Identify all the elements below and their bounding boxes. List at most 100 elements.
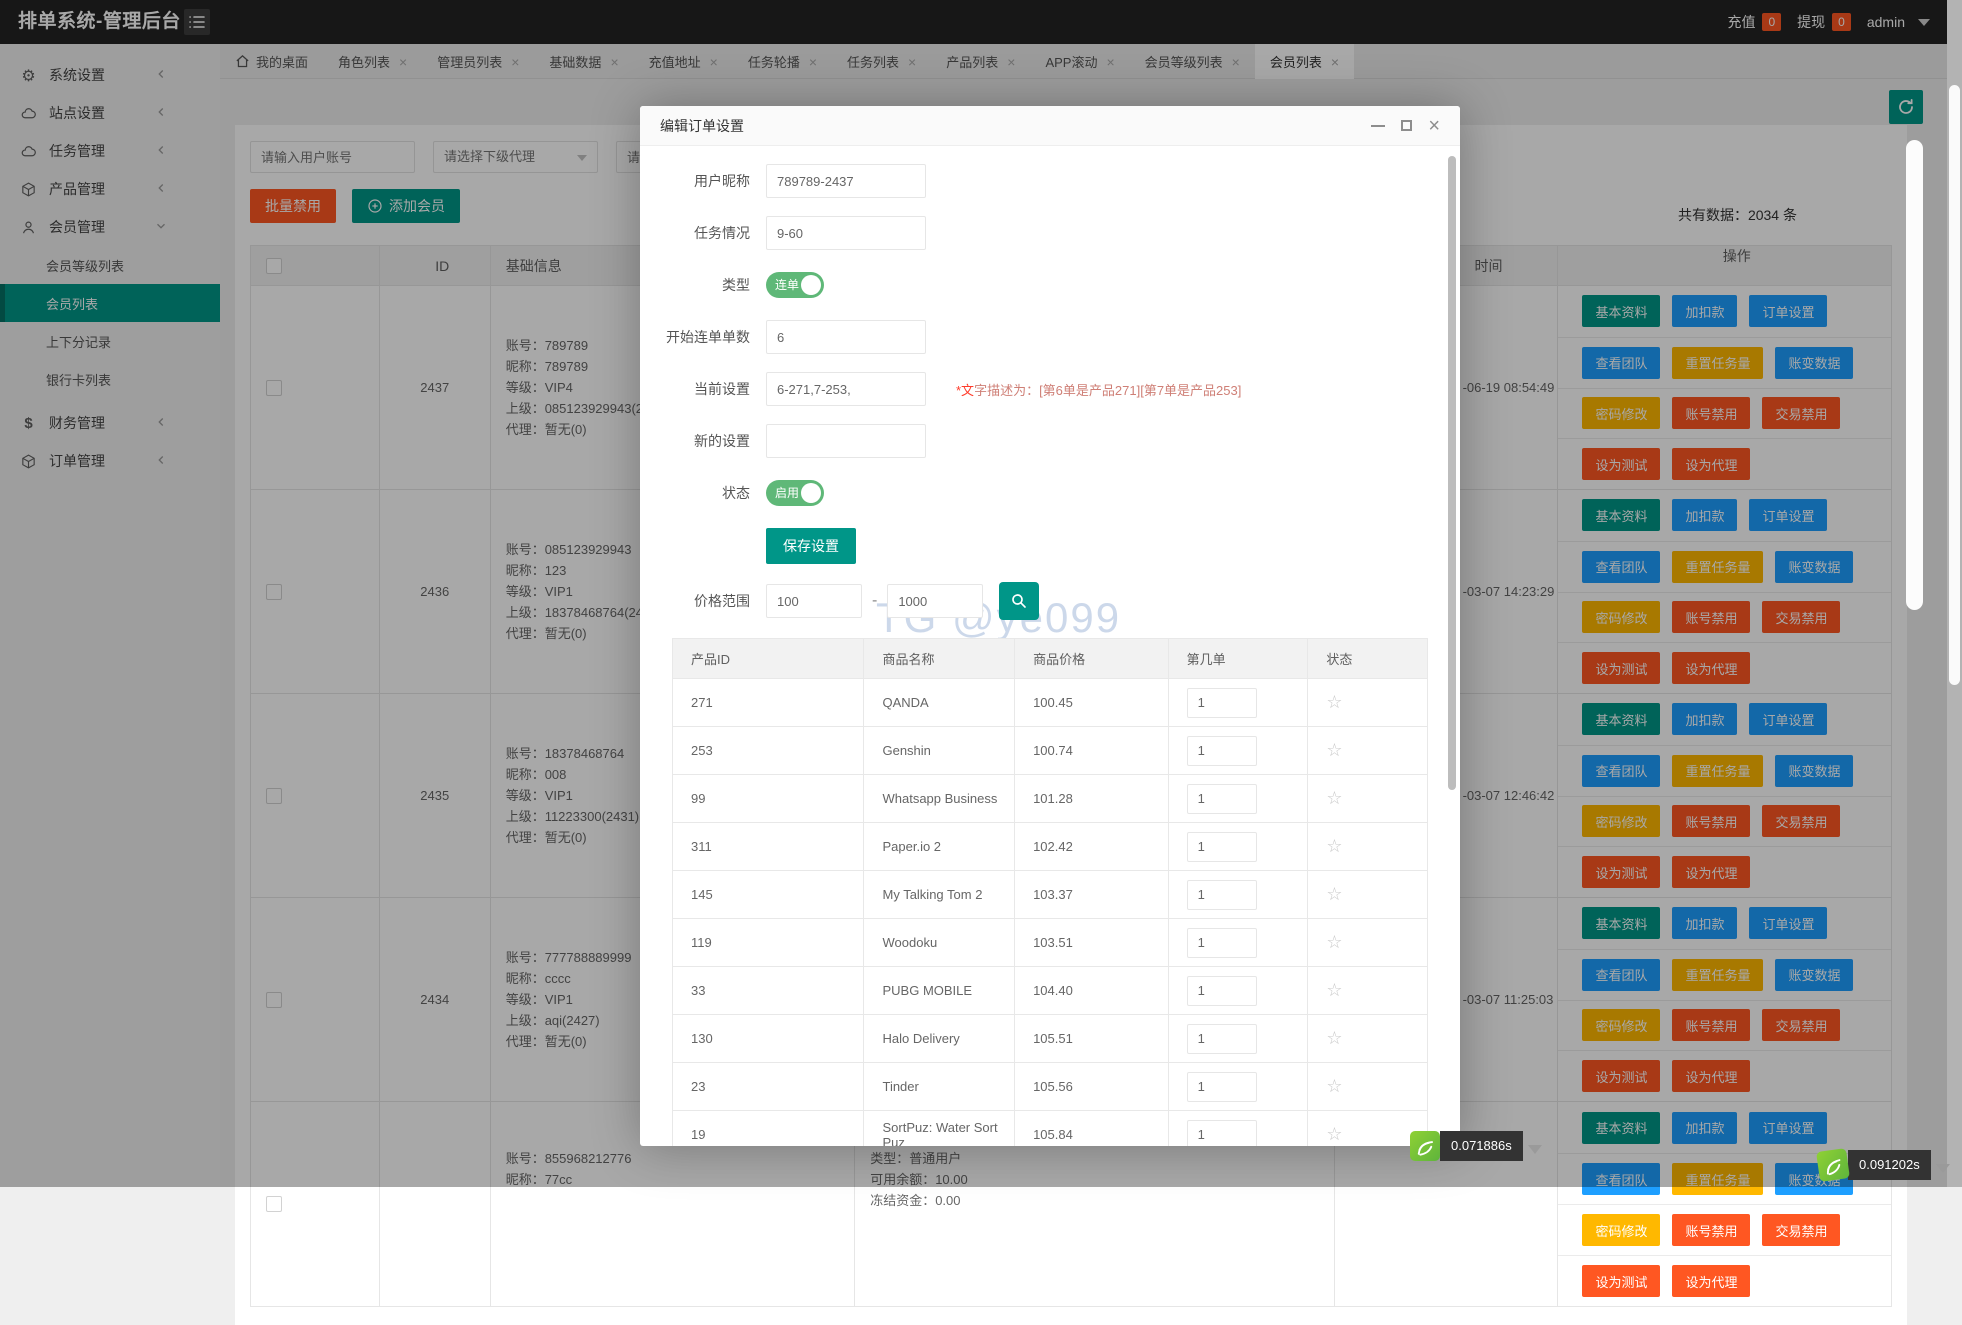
op-button[interactable]: 设为测试: [1582, 1265, 1660, 1297]
product-row: 271 QANDA 100.45 1 ☆: [673, 679, 1427, 727]
order-input[interactable]: 1: [1187, 880, 1257, 910]
price-search-button[interactable]: [999, 582, 1039, 620]
start-count-input[interactable]: [766, 320, 926, 354]
product-id: 33: [673, 967, 864, 1014]
order-input[interactable]: 1: [1187, 832, 1257, 862]
product-row: 19 SortPuz: Water Sort Puz 105.84 1 ☆: [673, 1111, 1427, 1146]
collapse-triangle-icon[interactable]: [1528, 1145, 1542, 1154]
star-icon[interactable]: ☆: [1326, 1124, 1342, 1145]
product-id: 253: [673, 727, 864, 774]
window-scrollbar-thumb[interactable]: [1949, 85, 1960, 685]
nickname-input[interactable]: [766, 164, 926, 198]
product-name: QANDA: [864, 679, 1015, 726]
save-settings-button[interactable]: 保存设置: [766, 528, 856, 564]
order-input[interactable]: 1: [1187, 688, 1257, 718]
type-toggle[interactable]: 连单: [766, 272, 824, 298]
perf-badge[interactable]: 0.071886s: [1410, 1131, 1542, 1161]
product-id: 19: [673, 1111, 864, 1146]
order-input[interactable]: 1: [1187, 1024, 1257, 1054]
order-input[interactable]: 1: [1187, 976, 1257, 1006]
modal-title: 编辑订单设置: [660, 116, 744, 136]
row-checkbox[interactable]: [266, 1196, 282, 1212]
type-label: 类型: [640, 275, 750, 295]
leaf-icon: [1816, 1148, 1850, 1182]
star-icon[interactable]: ☆: [1326, 836, 1342, 857]
star-icon[interactable]: ☆: [1326, 884, 1342, 905]
modal-header: 编辑订单设置 ×: [640, 106, 1460, 146]
product-price: 100.74: [1015, 727, 1169, 774]
product-row: 23 Tinder 105.56 1 ☆: [673, 1063, 1427, 1111]
order-input[interactable]: 1: [1187, 1120, 1257, 1147]
product-row: 253 Genshin 100.74 1 ☆: [673, 727, 1427, 775]
pcol-name: 商品名称: [864, 639, 1015, 678]
start-count-label: 开始连单单数: [640, 327, 750, 347]
product-name: My Talking Tom 2: [864, 871, 1015, 918]
setting-note: *文字描述为：[第6单是产品271][第7单是产品253]: [956, 380, 1241, 399]
new-setting-input[interactable]: [766, 424, 926, 458]
content-scrollbar-thumb[interactable]: [1906, 140, 1923, 610]
leaf-icon: [1410, 1131, 1440, 1161]
product-name: Tinder: [864, 1063, 1015, 1110]
pcol-order: 第几单: [1169, 639, 1309, 678]
modal-scrollbar-thumb[interactable]: [1448, 156, 1456, 790]
op-button[interactable]: 设为代理: [1672, 1265, 1750, 1297]
product-row: 145 My Talking Tom 2 103.37 1 ☆: [673, 871, 1427, 919]
search-icon: [1010, 592, 1028, 610]
product-id: 119: [673, 919, 864, 966]
task-label: 任务情况: [640, 223, 750, 243]
pcol-product-id: 产品ID: [673, 639, 864, 678]
collapse-triangle-icon[interactable]: [1936, 1164, 1950, 1173]
order-input[interactable]: 1: [1187, 736, 1257, 766]
close-icon[interactable]: ×: [1428, 116, 1440, 136]
window-scrollbar[interactable]: [1947, 0, 1962, 1187]
star-icon[interactable]: ☆: [1326, 1076, 1342, 1097]
price-max-input[interactable]: [887, 584, 983, 618]
product-name: Woodoku: [864, 919, 1015, 966]
product-row: 311 Paper.io 2 102.42 1 ☆: [673, 823, 1427, 871]
star-icon[interactable]: ☆: [1326, 932, 1342, 953]
product-name: Paper.io 2: [864, 823, 1015, 870]
product-price: 103.51: [1015, 919, 1169, 966]
pcol-status: 状态: [1308, 639, 1427, 678]
star-icon[interactable]: ☆: [1326, 788, 1342, 809]
price-range-label: 价格范围: [640, 591, 750, 611]
product-row: 119 Woodoku 103.51 1 ☆: [673, 919, 1427, 967]
product-id: 130: [673, 1015, 864, 1062]
product-row: 130 Halo Delivery 105.51 1 ☆: [673, 1015, 1427, 1063]
product-price: 101.28: [1015, 775, 1169, 822]
product-price: 105.84: [1015, 1111, 1169, 1146]
op-button[interactable]: 账号禁用: [1672, 1214, 1750, 1246]
perf-badge[interactable]: 0.091202s: [1818, 1150, 1950, 1180]
product-id: 23: [673, 1063, 864, 1110]
op-button[interactable]: 交易禁用: [1762, 1214, 1840, 1246]
op-button[interactable]: 密码修改: [1582, 1214, 1660, 1246]
price-min-input[interactable]: [766, 584, 862, 618]
maximize-icon[interactable]: [1401, 120, 1412, 131]
product-table: 产品ID 商品名称 商品价格 第几单 状态 271 QANDA 100.45 1…: [672, 638, 1428, 1146]
nickname-label: 用户昵称: [640, 171, 750, 191]
product-price: 102.42: [1015, 823, 1169, 870]
product-price: 100.45: [1015, 679, 1169, 726]
order-input[interactable]: 1: [1187, 928, 1257, 958]
minimize-icon[interactable]: [1371, 125, 1385, 127]
status-toggle[interactable]: 启用: [766, 480, 824, 506]
product-row: 33 PUBG MOBILE 104.40 1 ☆: [673, 967, 1427, 1015]
order-input[interactable]: 1: [1187, 784, 1257, 814]
star-icon[interactable]: ☆: [1326, 980, 1342, 1001]
product-price: 103.37: [1015, 871, 1169, 918]
product-price: 104.40: [1015, 967, 1169, 1014]
product-name: Whatsapp Business: [864, 775, 1015, 822]
product-name: Genshin: [864, 727, 1015, 774]
star-icon[interactable]: ☆: [1326, 692, 1342, 713]
current-setting-label: 当前设置: [640, 379, 750, 399]
product-name: PUBG MOBILE: [864, 967, 1015, 1014]
product-id: 145: [673, 871, 864, 918]
star-icon[interactable]: ☆: [1326, 1028, 1342, 1049]
product-id: 311: [673, 823, 864, 870]
product-id: 271: [673, 679, 864, 726]
star-icon[interactable]: ☆: [1326, 740, 1342, 761]
edit-order-settings-modal: 编辑订单设置 × TG @ye099 用户昵称 任务情况 类型 连单 开始连单单…: [640, 106, 1460, 1146]
current-setting-input[interactable]: [766, 372, 926, 406]
order-input[interactable]: 1: [1187, 1072, 1257, 1102]
task-input[interactable]: [766, 216, 926, 250]
